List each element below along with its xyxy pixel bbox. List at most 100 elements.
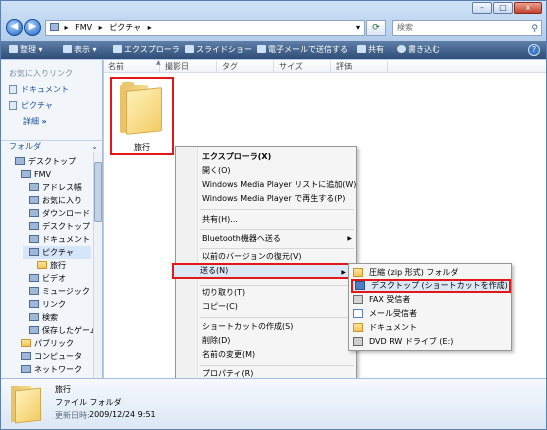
menu-item-create-shortcut[interactable]: ショートカットの作成(S)	[198, 320, 356, 334]
nav-scrollbar-thumb[interactable]	[94, 162, 102, 222]
tree-item-network[interactable]: ネットワーク	[21, 363, 82, 376]
details-pane: 旅行 ファイル フォルダ 更新日時: 2009/12/24 9:51	[1, 378, 546, 429]
menu-item-copy[interactable]: コピー(C)	[198, 300, 356, 314]
tree-item-computer[interactable]: コンピュータ	[21, 350, 82, 363]
favorite-documents-label: ドキュメント	[21, 85, 69, 94]
favorite-documents[interactable]: ドキュメント	[9, 84, 69, 95]
tree-item-links[interactable]: リンク	[29, 298, 66, 311]
tree-label: ダウンロード	[42, 209, 90, 218]
tree-item-desktop[interactable]: デスクトップ	[15, 155, 76, 168]
column-tags[interactable]: タグ	[218, 61, 274, 72]
menu-item-bluetooth[interactable]: Bluetooth機器へ送る ▶	[198, 232, 356, 246]
favorite-pictures[interactable]: ピクチャ	[9, 100, 53, 111]
search-placeholder: 検索	[397, 23, 413, 32]
tree-label: デスクトップ	[28, 157, 76, 166]
tree-item-searches[interactable]: 検索	[29, 311, 58, 324]
tree-item-videos[interactable]: ビデオ	[29, 272, 66, 285]
tree-item-travel[interactable]: 旅行	[37, 259, 66, 272]
tree-item-music[interactable]: ミュージック	[29, 285, 90, 298]
column-rating[interactable]: 評価	[332, 61, 388, 72]
folder-icon	[120, 82, 164, 135]
submenu-item-mail[interactable]: メール受信者	[353, 307, 509, 321]
submenu-item-dvd[interactable]: DVD RW ドライブ (E:)	[353, 335, 509, 349]
tree-label: ビデオ	[42, 274, 66, 283]
detail-name: 旅行	[55, 385, 71, 394]
favorite-pictures-label: ピクチャ	[21, 101, 53, 110]
address-bar[interactable]: ▸ FMV ▸ ピクチャ ▸ ▾	[45, 20, 365, 36]
tree-item-pictures[interactable]: ピクチャ	[23, 246, 91, 259]
address-dropdown-icon[interactable]: ▾	[356, 21, 360, 35]
folder-icon	[21, 339, 31, 347]
search-icon[interactable]: ⚲	[531, 22, 538, 36]
organize-button[interactable]: 整理 ▾	[9, 44, 43, 56]
column-headers: 名前 ▲ 撮影日 タグ サイズ 評価	[104, 59, 546, 73]
menu-item-restore[interactable]: 以前のバージョンの復元(V)	[198, 250, 356, 264]
menu-separator	[200, 229, 354, 230]
breadcrumb-fmv[interactable]: FMV	[75, 23, 92, 32]
submenu-label: DVD RW ドライブ (E:)	[369, 337, 454, 346]
views-button[interactable]: 表示 ▾	[63, 44, 97, 56]
documents-icon	[353, 323, 363, 332]
mail-icon	[353, 309, 363, 318]
menu-separator	[200, 248, 354, 249]
menu-item-rename[interactable]: 名前の変更(M)	[198, 348, 356, 362]
menu-item-play-wmp[interactable]: Windows Media Player で再生する(P)	[198, 192, 356, 206]
submenu-label: ドキュメント	[369, 323, 417, 332]
column-name[interactable]: 名前	[104, 61, 160, 72]
tree-label: 旅行	[50, 261, 66, 270]
folders-header[interactable]: フォルダ ⌄	[1, 140, 102, 152]
column-date-taken[interactable]: 撮影日	[161, 61, 217, 72]
menu-item-add-to-wmp[interactable]: Windows Media Player リストに追加(W)	[198, 178, 356, 192]
help-icon[interactable]: ?	[528, 44, 540, 56]
submenu-item-documents[interactable]: ドキュメント	[353, 321, 509, 335]
back-arrow-icon[interactable]: ◀	[6, 19, 23, 36]
submenu-item-fax[interactable]: FAX 受信者	[353, 293, 509, 307]
submenu-item-desktop-shortcut[interactable]: デスクトップ (ショートカットを作成)	[351, 279, 511, 293]
documents-icon	[9, 85, 17, 94]
menu-item-cut[interactable]: 切り取り(T)	[198, 286, 356, 300]
menu-item-open[interactable]: 開く(O)	[198, 164, 356, 178]
tree-item-favorites[interactable]: お気に入り	[29, 194, 82, 207]
menu-item-send-to[interactable]: 送る(N) ▶	[172, 263, 352, 279]
tree-item-saved-games[interactable]: 保存したゲーム	[29, 324, 98, 337]
slideshow-button[interactable]: スライドショー	[185, 44, 252, 56]
desktop-icon	[355, 281, 365, 290]
folder-item-travel[interactable]: 旅行	[110, 77, 174, 155]
explorer-button[interactable]: エクスプローラ	[113, 44, 180, 56]
tree-label: パブリック	[34, 339, 74, 348]
share-button[interactable]: 共有	[357, 44, 384, 56]
sort-up-icon: ▲	[156, 59, 161, 66]
breadcrumb-pictures[interactable]: ピクチャ	[109, 23, 141, 32]
tree-item-desktop-sub[interactable]: デスクトップ	[29, 220, 90, 233]
menu-separator	[200, 317, 354, 318]
email-button[interactable]: 電子メールで送信する	[257, 44, 348, 56]
folder-icon	[37, 261, 47, 269]
search-input[interactable]: 検索 ⚲	[392, 20, 542, 36]
send-to-submenu: 圧縮 (zip 形式) フォルダ デスクトップ (ショートカットを作成) FAX…	[348, 263, 512, 351]
videos-icon	[29, 274, 39, 282]
desktop-icon	[29, 222, 39, 230]
burn-button[interactable]: 書き込む	[397, 44, 440, 56]
tree-item-downloads[interactable]: ダウンロード	[29, 207, 90, 220]
menu-item-share[interactable]: 共有(H)...	[198, 213, 356, 227]
tree-item-public[interactable]: パブリック	[21, 337, 74, 350]
burn-label: 書き込む	[408, 45, 440, 54]
refresh-icon[interactable]: ⟳	[366, 20, 386, 36]
tree-label: アドレス帳	[42, 183, 82, 192]
folder-icon	[11, 386, 41, 424]
column-size[interactable]: サイズ	[275, 61, 331, 72]
dvd-drive-icon	[353, 337, 363, 346]
more-link[interactable]: 詳細 »	[23, 116, 47, 127]
submenu-item-zip[interactable]: 圧縮 (zip 形式) フォルダ	[353, 266, 509, 280]
forward-arrow-icon[interactable]: ▶	[24, 19, 41, 36]
menu-item-explore[interactable]: エクスプローラ(X)	[198, 150, 356, 164]
tree-item-documents[interactable]: ドキュメント	[29, 233, 90, 246]
breadcrumb-separator-icon: ▸	[98, 23, 103, 32]
saved-games-icon	[29, 326, 39, 334]
tree-item-fmv[interactable]: FMV	[21, 168, 51, 181]
minimize-button[interactable]: –	[472, 2, 492, 14]
menu-item-delete[interactable]: 削除(D)	[198, 334, 356, 348]
tree-item-contacts[interactable]: アドレス帳	[29, 181, 82, 194]
close-button[interactable]: x	[514, 2, 542, 14]
maximize-button[interactable]: □	[493, 2, 513, 14]
